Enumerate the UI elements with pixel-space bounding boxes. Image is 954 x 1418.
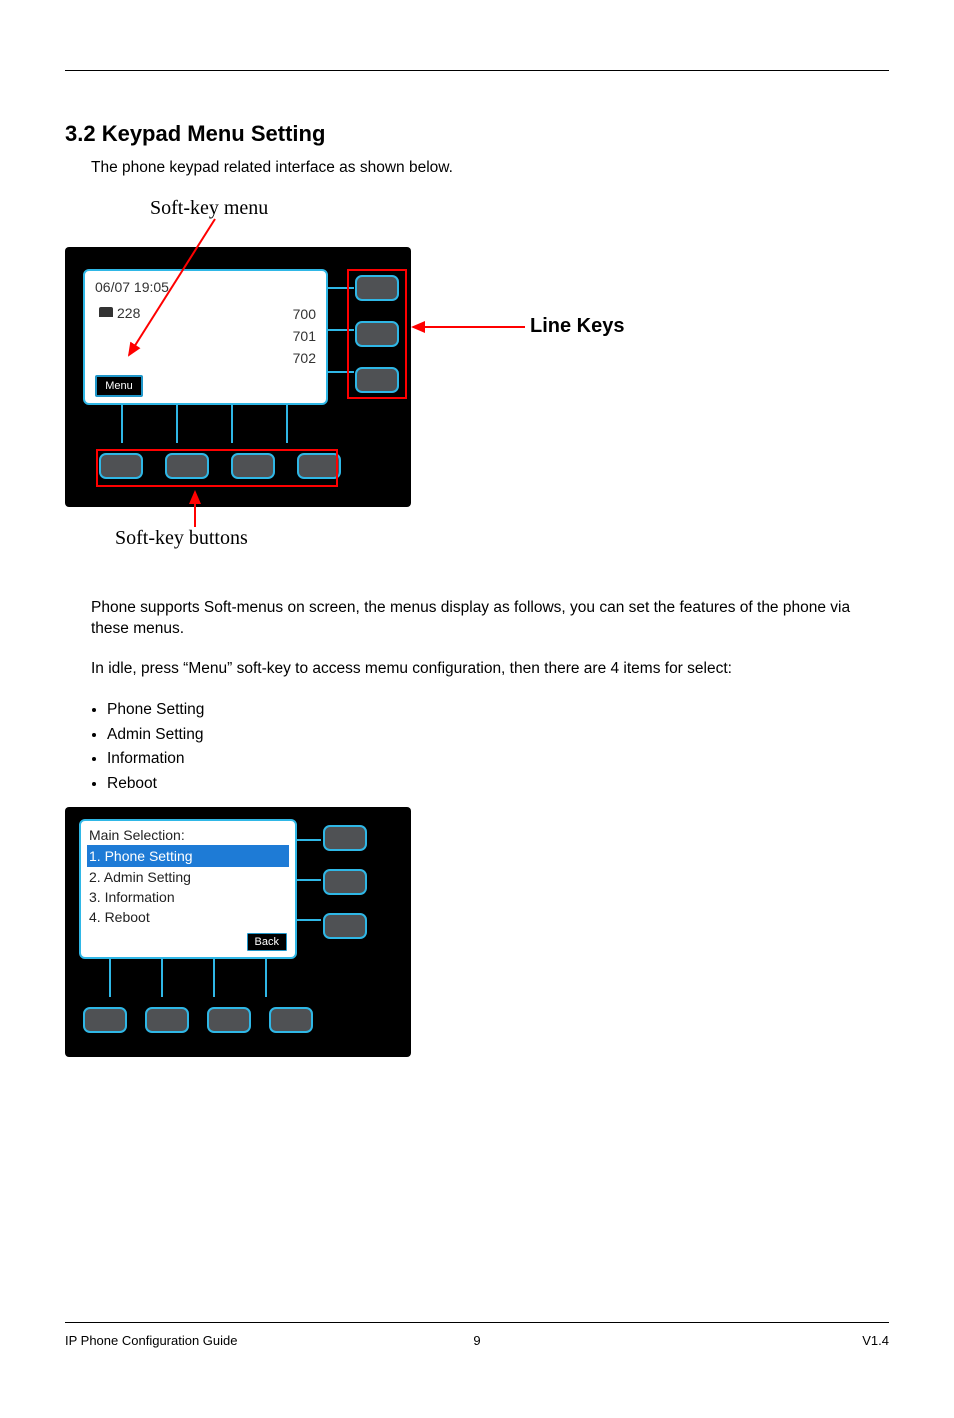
line-label: 701: [293, 325, 316, 347]
section-heading: 3.2 Keypad Menu Setting: [65, 121, 889, 147]
line-key-1[interactable]: [323, 825, 367, 851]
line-label: 702: [293, 347, 316, 369]
softmenu-explain: In idle, press “Menu” soft-key to access…: [65, 658, 889, 680]
menu-item: Reboot: [107, 772, 889, 797]
menu-item: Phone Setting: [107, 698, 889, 723]
label-line-keys: Line Keys: [530, 315, 624, 338]
softkey-button-1[interactable]: [83, 1007, 127, 1033]
footer-version: V1.4: [862, 1333, 889, 1348]
softkey-menu-label[interactable]: Menu: [95, 375, 143, 397]
softkey-back-label[interactable]: Back: [247, 933, 287, 951]
menu-entry-selected[interactable]: 1. Phone Setting: [87, 845, 289, 867]
highlight-line-keys: [347, 269, 407, 399]
menu-items-list: Phone Setting Admin Setting Information …: [65, 698, 889, 797]
line-key-3[interactable]: [323, 913, 367, 939]
label-softkey-menu: Soft-key menu: [150, 197, 268, 220]
menu-screen-title: Main Selection:: [89, 827, 185, 843]
footer-page-number: 9: [473, 1333, 480, 1348]
menu-device-mock: Main Selection: 1. Phone Setting 2. Admi…: [65, 807, 411, 1057]
menu-entry[interactable]: 4. Reboot: [87, 907, 289, 927]
label-softkey-buttons: Soft-key buttons: [115, 527, 248, 550]
line-key-column: [323, 825, 367, 939]
line-key-2[interactable]: [323, 869, 367, 895]
screen-ext-number: 228: [117, 305, 140, 321]
menu-item: Admin Setting: [107, 723, 889, 748]
menu-item: Information: [107, 747, 889, 772]
footer-doc-title: IP Phone Configuration Guide: [65, 1333, 238, 1348]
menu-entry[interactable]: 2. Admin Setting: [87, 867, 289, 887]
intro-paragraph: The phone keypad related interface as sh…: [65, 157, 889, 179]
handset-icon: [99, 307, 113, 317]
keypad-figure: Soft-key menu Line Keys Soft-key buttons…: [65, 197, 685, 587]
highlight-softkey-buttons: [96, 449, 338, 487]
softkey-button-row: [83, 1007, 313, 1033]
softkey-button-3[interactable]: [207, 1007, 251, 1033]
softmenu-intro: Phone supports Soft-menus on screen, the…: [65, 597, 889, 640]
screen-datetime: 06/07 19:05: [95, 279, 169, 295]
menu-screen: Main Selection: 1. Phone Setting 2. Admi…: [79, 819, 297, 959]
softkey-button-2[interactable]: [145, 1007, 189, 1033]
line-label: 700: [293, 303, 316, 325]
line-labels: 700 701 702: [293, 303, 316, 369]
softkey-button-4[interactable]: [269, 1007, 313, 1033]
menu-entry[interactable]: 3. Information: [87, 887, 289, 907]
phone-screen: 06/07 19:05 228 Menu 700 701 702: [83, 269, 328, 405]
